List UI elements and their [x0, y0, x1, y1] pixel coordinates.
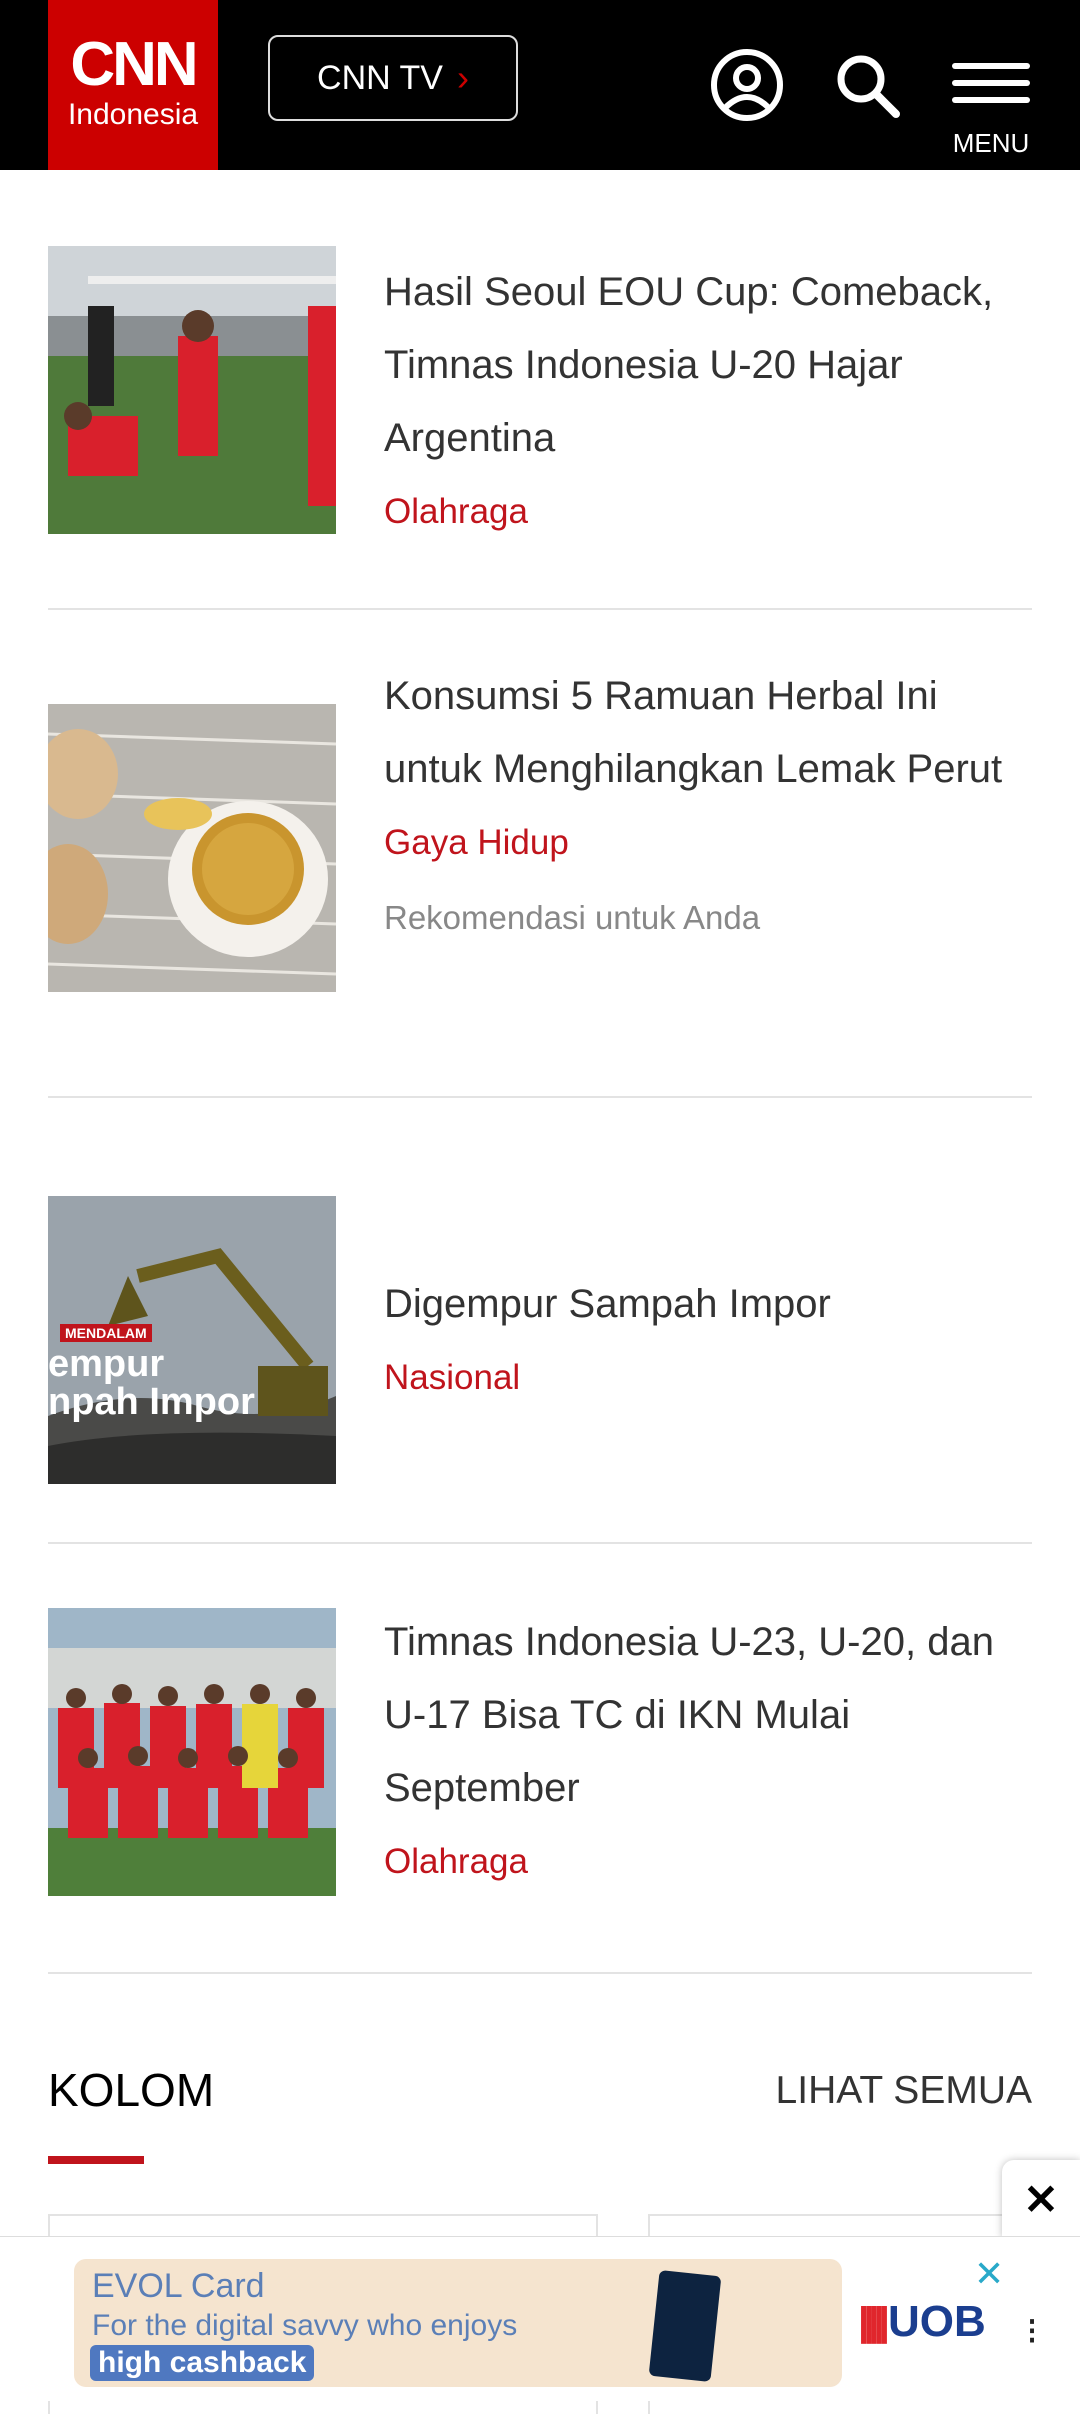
divider: [48, 1542, 1032, 1544]
ad-subline: For the digital savvy who enjoys: [92, 2309, 518, 2342]
article-category[interactable]: Olahraga: [384, 1839, 1032, 1885]
article-category[interactable]: Olahraga: [384, 489, 1032, 535]
logo-main-text: CNN: [70, 30, 198, 99]
thumbnail-caption-1: empur: [48, 1343, 165, 1385]
ad-banner-container[interactable]: EVOL Card For the digital savvy who enjo…: [0, 2236, 1080, 2401]
article-title[interactable]: Timnas Indonesia U-23, U-20, dan U-17 Bi…: [384, 1606, 1032, 1825]
divider: [48, 608, 1032, 610]
cnn-tv-button[interactable]: CNN TV ›: [268, 35, 518, 121]
article-title[interactable]: Digempur Sampah Impor: [384, 1268, 1032, 1341]
top-navbar: CNN Indonesia CNN TV › MENU: [0, 0, 1080, 170]
see-all-link[interactable]: LIHAT SEMUA: [776, 2066, 1032, 2116]
ad-headline: EVOL Card: [92, 2267, 265, 2305]
logo-sub-text: Indonesia: [67, 98, 199, 131]
ad-banner[interactable]: EVOL Card For the digital savvy who enjo…: [74, 2259, 842, 2387]
close-ad-icon[interactable]: ✕: [1002, 2160, 1080, 2238]
article-title[interactable]: Hasil Seoul EOU Cup: Comeback, Timnas In…: [384, 256, 1032, 475]
credit-card-image: [648, 2270, 722, 2382]
divider: [48, 1096, 1032, 1098]
article-item[interactable]: Konsumsi 5 Ramuan Herbal Ini untuk Mengh…: [48, 650, 1032, 1050]
ad-highlight: high cashback: [90, 2345, 315, 2381]
article-item[interactable]: MENDALAM empur npah Impor Digempur Sampa…: [48, 1196, 1032, 1484]
search-icon[interactable]: [832, 50, 904, 122]
cnn-tv-label: CNN TV: [317, 58, 443, 97]
divider: [48, 1972, 1032, 1974]
user-icon[interactable]: [710, 48, 784, 122]
article-thumbnail[interactable]: MENDALAM empur npah Impor: [48, 1196, 336, 1484]
menu-label[interactable]: MENU: [950, 128, 1032, 159]
adchoices-icon[interactable]: ⁝: [1026, 2309, 1038, 2354]
recommendation-label: Rekomendasi untuk Anda: [384, 899, 761, 936]
chevron-right-icon: ›: [456, 57, 469, 98]
article-title[interactable]: Konsumsi 5 Ramuan Herbal Ini untuk Mengh…: [384, 660, 1032, 806]
thumbnail-caption-2: npah Impor: [48, 1381, 255, 1423]
uob-brand-text: UOB: [887, 2297, 986, 2346]
ad-dismiss-icon[interactable]: ✕: [974, 2253, 1004, 2295]
uob-logo[interactable]: ||||| UOB: [858, 2297, 986, 2347]
cnn-indonesia-logo[interactable]: CNN Indonesia: [48, 0, 218, 170]
uob-mark-icon: |||||: [858, 2299, 890, 2344]
article-item[interactable]: Timnas Indonesia U-23, U-20, dan U-17 Bi…: [48, 1604, 1032, 1904]
section-title: KOLOM: [48, 2064, 215, 2116]
article-item[interactable]: Hasil Seoul EOU Cup: Comeback, Timnas In…: [48, 246, 1032, 536]
section-underline: [48, 2156, 144, 2164]
article-category[interactable]: Nasional: [384, 1355, 1032, 1401]
article-thumbnail[interactable]: [48, 246, 336, 534]
article-category[interactable]: Gaya Hidup: [384, 820, 1032, 866]
article-thumbnail[interactable]: [48, 1608, 336, 1896]
thumbnail-tag: MENDALAM: [60, 1324, 152, 1342]
article-thumbnail[interactable]: [48, 704, 336, 992]
